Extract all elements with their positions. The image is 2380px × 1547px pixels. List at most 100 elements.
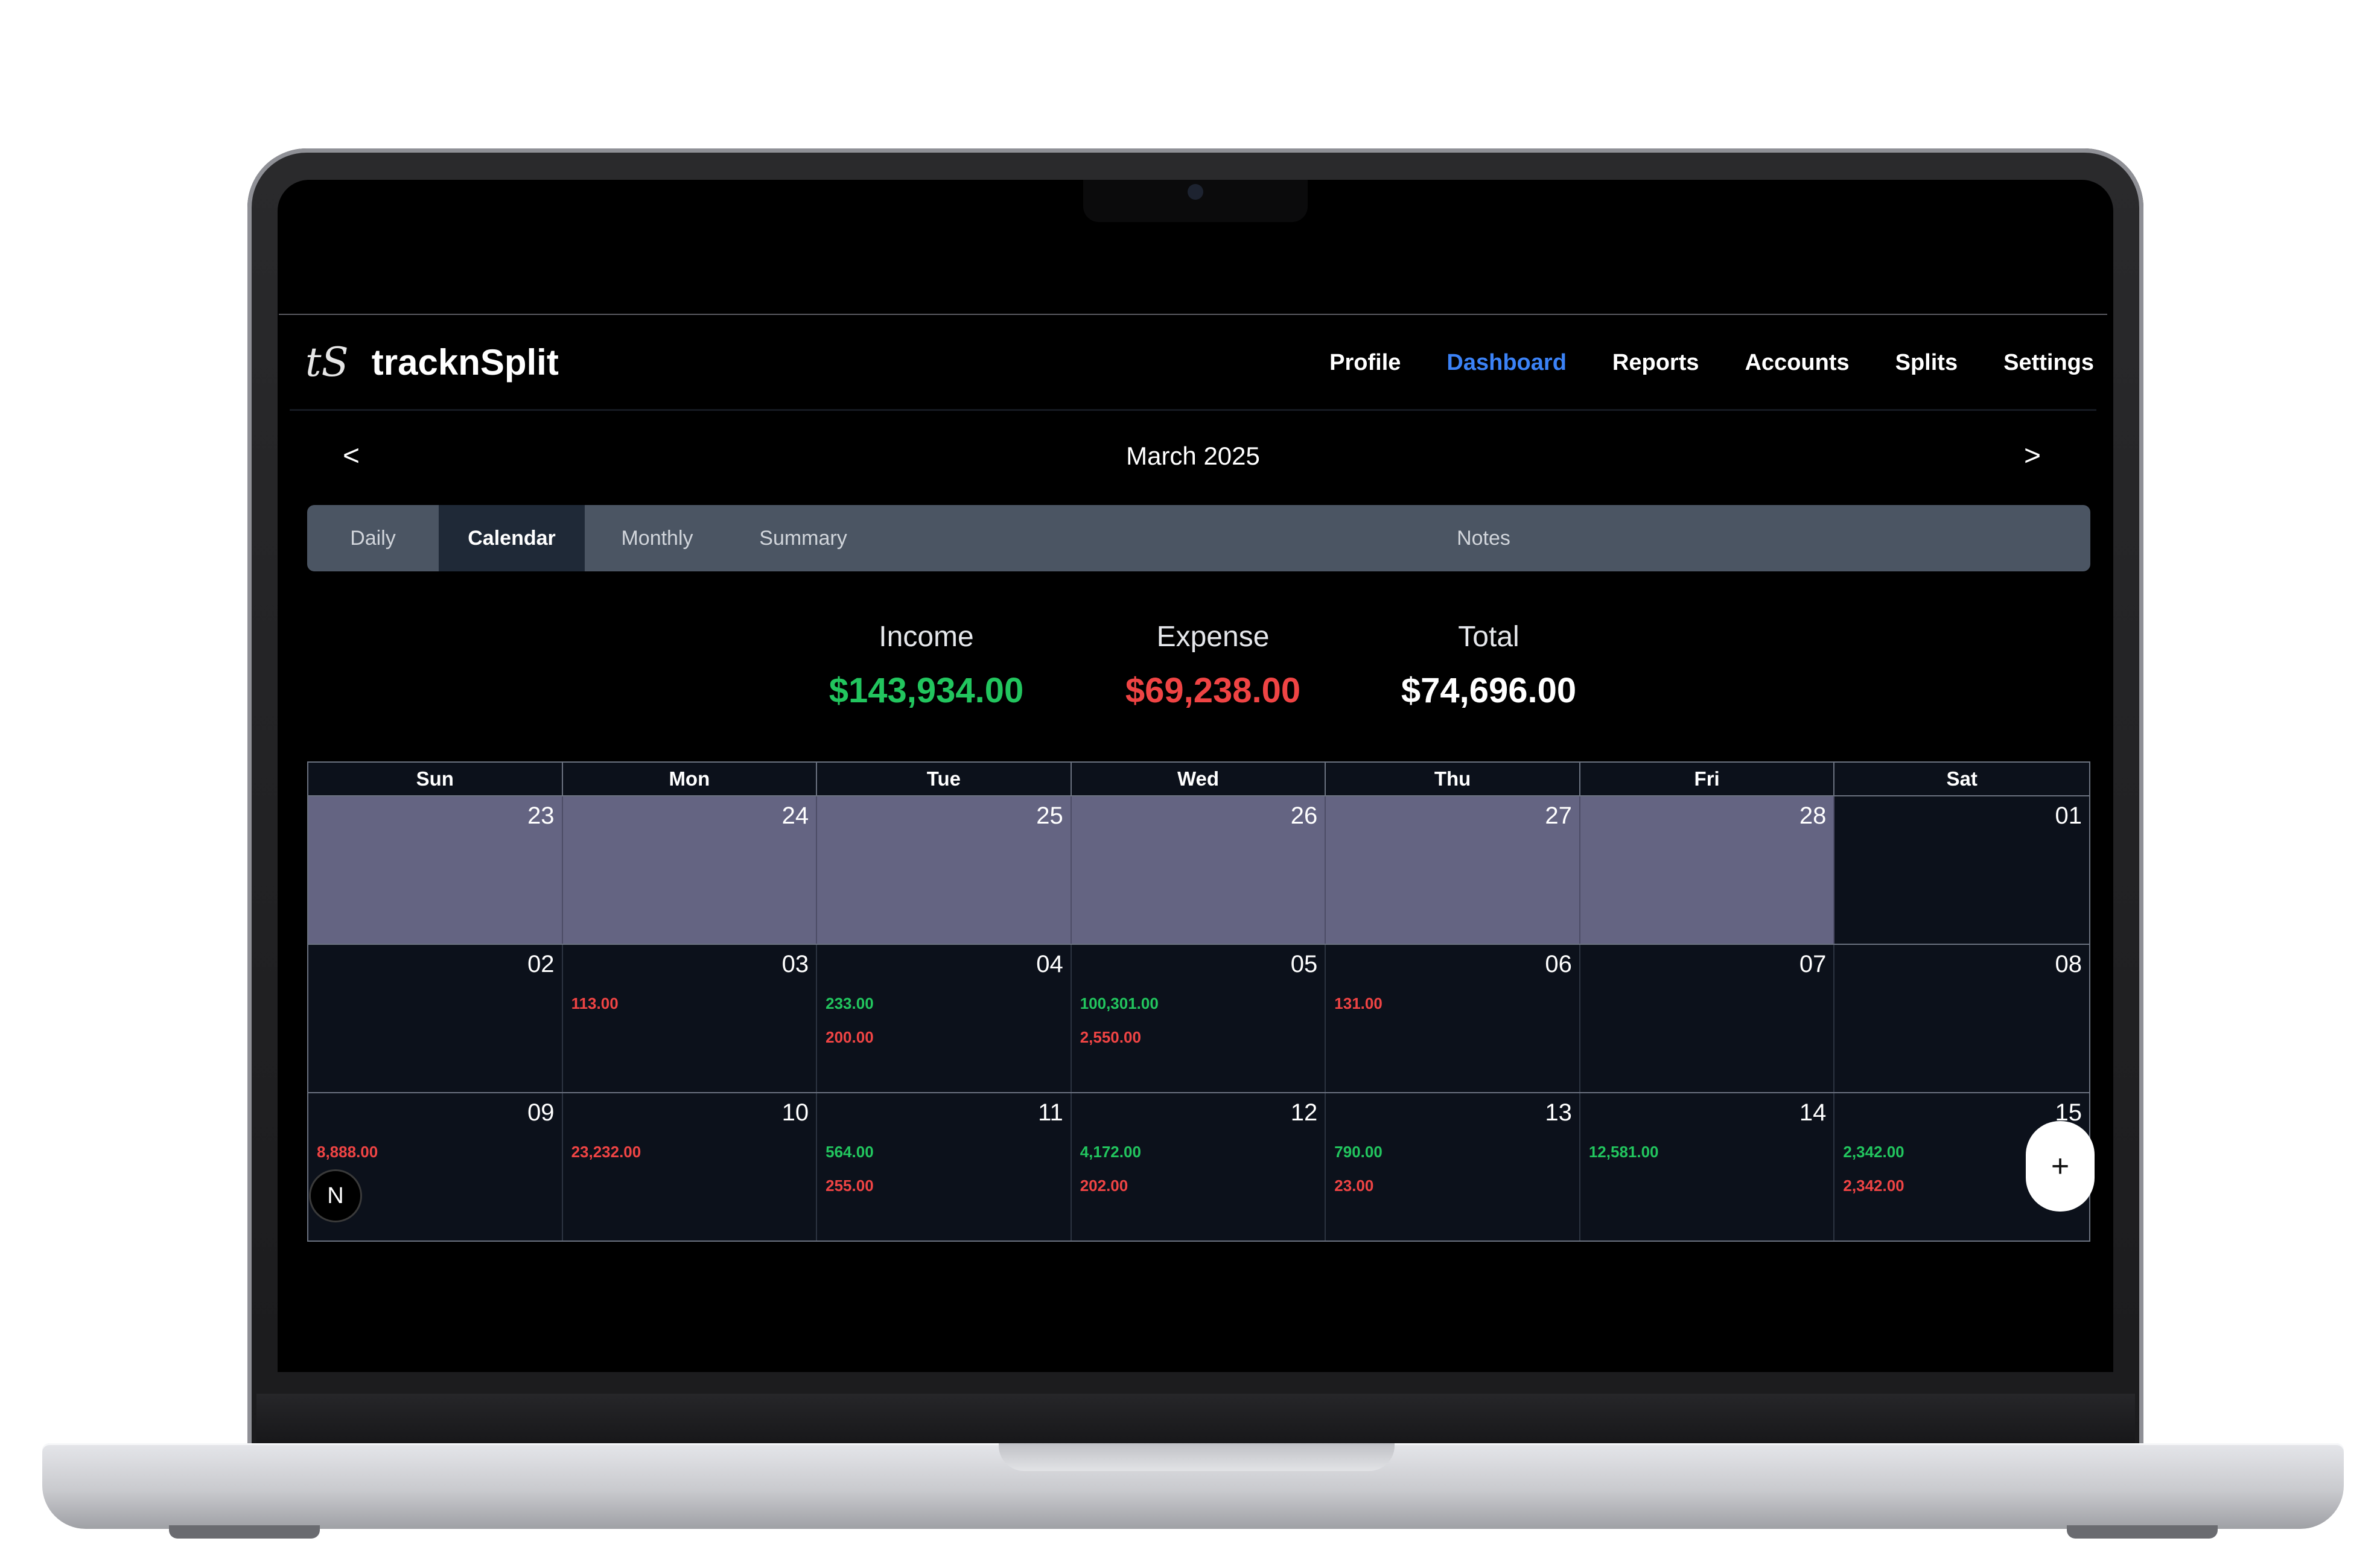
day-number: 08 [2055, 951, 2082, 977]
brand-name: tracknSplit [371, 342, 559, 383]
add-transaction-button[interactable]: + [2026, 1121, 2095, 1212]
total-label: Total [1458, 621, 1519, 653]
calendar-day-cell[interactable]: 26 [1071, 796, 1326, 944]
calendar-day-cell[interactable]: 08 [1834, 945, 2089, 1092]
calendar-day-cell[interactable]: 12 4,172.00 202.00 [1071, 1093, 1326, 1240]
income-label: Income [879, 621, 974, 653]
tab-notes[interactable]: Notes [877, 505, 2090, 571]
nav-divider [290, 409, 2096, 411]
total-stat: Total $74,696.00 [1386, 620, 1591, 711]
brand[interactable]: tS tracknSplit [305, 339, 559, 386]
day-expense-amount: 23.00 [1334, 1177, 1374, 1195]
calendar-day-cell[interactable]: 11 564.00 255.00 [817, 1093, 1072, 1240]
income-value: $143,934.00 [829, 671, 1024, 710]
calendar-grid: Sun Mon Tue Wed Thu Fri Sat 23 24 25 26 27 28 01 02 03… [307, 761, 2090, 1242]
laptop-hinge [256, 1394, 2135, 1448]
calendar-week-row: 23 24 25 26 27 28 01 [308, 796, 2089, 945]
nav-item-reports[interactable]: Reports [1612, 350, 1699, 376]
day-income-amount: 790.00 [1334, 1143, 1382, 1161]
tab-summary[interactable]: Summary [730, 505, 877, 571]
day-number: 10 [781, 1099, 809, 1126]
calendar-week-row: 02 03 113.00 04 233.00 200.00 05 100,301.00 2,55… [308, 945, 2089, 1093]
weekday-header-fri: Fri [1580, 763, 1835, 795]
day-number: 03 [781, 951, 809, 977]
nav-item-splits[interactable]: Splits [1895, 350, 1958, 376]
day-number: 14 [1799, 1099, 1827, 1126]
summary-stats: Income $143,934.00 Expense $69,238.00 To… [279, 620, 2107, 723]
dev-tools-badge[interactable]: N [309, 1169, 362, 1222]
day-number: 12 [1290, 1099, 1318, 1126]
calendar-day-cell[interactable]: 28 [1580, 796, 1835, 944]
calendar-day-cell[interactable]: 10 23,232.00 [562, 1093, 818, 1240]
calendar-day-cell[interactable]: 05 100,301.00 2,550.00 [1071, 945, 1326, 1092]
day-expense-amount: 200.00 [826, 1028, 874, 1046]
calendar-day-cell[interactable]: 14 12,581.00 [1580, 1093, 1835, 1240]
tab-calendar[interactable]: Calendar [439, 505, 585, 571]
nav-item-accounts[interactable]: Accounts [1745, 350, 1849, 376]
day-expense-amount: 23,232.00 [571, 1143, 641, 1161]
day-number: 24 [781, 802, 809, 829]
day-income-amount: 2,342.00 [1843, 1143, 1904, 1161]
day-number: 13 [1545, 1099, 1572, 1126]
day-number: 06 [1545, 951, 1572, 977]
laptop-foot-right [2067, 1525, 2218, 1539]
weekday-header-thu: Thu [1326, 763, 1580, 795]
weekday-header-mon: Mon [563, 763, 818, 795]
weekday-header-tue: Tue [817, 763, 1072, 795]
calendar-week-row: 09 8,888.00 10 23,232.00 11 564.00 255.00 12 4,1… [308, 1093, 2089, 1242]
calendar-day-cell[interactable]: 06 131.00 [1326, 945, 1580, 1092]
calendar-day-cell[interactable]: 23 [308, 796, 563, 944]
calendar-day-cell[interactable]: 04 233.00 200.00 [817, 945, 1072, 1092]
day-expense-amount: 131.00 [1334, 994, 1382, 1012]
laptop-opening-notch [999, 1443, 1395, 1471]
day-number: 11 [1038, 1099, 1063, 1126]
next-month-button[interactable]: > [2024, 439, 2041, 472]
nav-item-dashboard[interactable]: Dashboard [1446, 350, 1566, 376]
calendar-day-cell[interactable]: 02 [308, 945, 563, 1092]
main-nav: Profile Dashboard Reports Accounts Splits Set… [1329, 350, 2094, 376]
app-screen: tS tracknSplit Profile Dashboard Reports Ac… [279, 314, 2107, 1371]
expense-value: $69,238.00 [1125, 671, 1301, 710]
day-expense-amount: 202.00 [1080, 1177, 1128, 1195]
weekday-header-sun: Sun [308, 763, 563, 795]
day-income-amount: 233.00 [826, 994, 874, 1012]
laptop-foot-left [169, 1525, 320, 1539]
calendar-day-cell[interactable]: 25 [817, 796, 1072, 944]
total-value: $74,696.00 [1401, 671, 1577, 710]
calendar-day-cell[interactable]: 13 790.00 23.00 [1326, 1093, 1580, 1240]
weekday-header-sat: Sat [1946, 767, 1978, 790]
day-number: 23 [527, 802, 555, 829]
day-expense-amount: 2,550.00 [1080, 1028, 1141, 1046]
brand-logo: tS [305, 339, 349, 386]
calendar-day-cell[interactable]: 03 113.00 [562, 945, 818, 1092]
weekday-header-wed: Wed [1072, 763, 1326, 795]
expense-stat: Expense $69,238.00 [1110, 620, 1316, 711]
day-expense-amount: 255.00 [826, 1177, 874, 1195]
calendar-day-cell[interactable]: 01 [1834, 796, 2089, 944]
day-income-amount: 564.00 [826, 1143, 874, 1161]
screen-top-border [279, 314, 2107, 315]
calendar-day-cell[interactable]: 24 [562, 796, 818, 944]
day-expense-amount: 8,888.00 [317, 1143, 378, 1161]
calendar-day-cell[interactable]: 07 [1580, 945, 1835, 1092]
calendar-body: 23 24 25 26 27 28 01 02 03 113.00 04 233.00 200.00 05… [307, 796, 2090, 1242]
day-number: 28 [1799, 802, 1827, 829]
day-number: 27 [1545, 802, 1572, 829]
calendar-weekday-header: Sun Mon Tue Wed Thu Fri Sat [307, 761, 2090, 796]
day-income-amount: 12,581.00 [1588, 1143, 1659, 1161]
month-label: March 2025 [1126, 442, 1260, 470]
expense-label: Expense [1156, 621, 1270, 653]
day-expense-amount: 113.00 [571, 994, 619, 1012]
day-number: 04 [1036, 951, 1063, 977]
day-number: 25 [1036, 802, 1063, 829]
tab-daily[interactable]: Daily [307, 505, 439, 571]
income-stat: Income $143,934.00 [824, 620, 1029, 711]
day-number: 09 [527, 1099, 555, 1126]
view-tabs: Daily Calendar Monthly Summary Notes [307, 505, 2090, 571]
nav-item-settings[interactable]: Settings [2003, 350, 2094, 376]
nav-item-profile[interactable]: Profile [1329, 350, 1401, 376]
day-income-amount: 100,301.00 [1080, 994, 1159, 1012]
tab-monthly[interactable]: Monthly [585, 505, 730, 571]
calendar-day-cell[interactable]: 27 [1326, 796, 1580, 944]
day-number: 01 [2055, 802, 2082, 829]
